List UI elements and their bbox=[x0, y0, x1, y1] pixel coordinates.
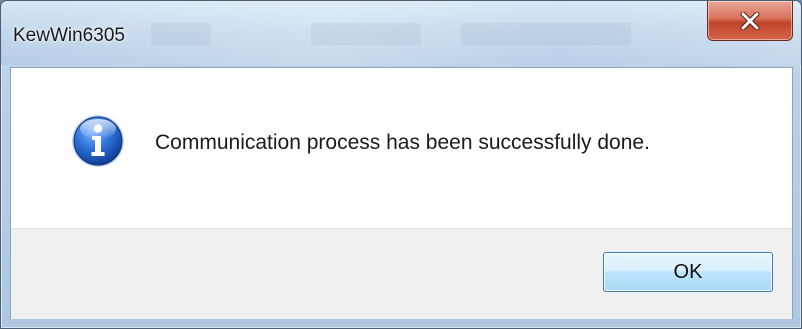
dialog-client-area: Communication process has been successfu… bbox=[10, 67, 793, 319]
message-area: Communication process has been successfu… bbox=[11, 68, 792, 228]
dialog-message: Communication process has been successfu… bbox=[155, 131, 650, 154]
background-ghost bbox=[151, 23, 211, 45]
background-ghost bbox=[461, 23, 631, 45]
button-bar: OK bbox=[11, 228, 792, 319]
information-icon bbox=[72, 115, 124, 167]
background-ghost bbox=[311, 23, 421, 45]
close-icon bbox=[740, 11, 760, 30]
title-bar[interactable]: KewWin6305 bbox=[1, 1, 801, 65]
message-dialog-window: KewWin6305 Communication process has bee… bbox=[0, 0, 802, 329]
ok-button[interactable]: OK bbox=[603, 252, 773, 292]
close-button[interactable] bbox=[707, 1, 793, 41]
window-title: KewWin6305 bbox=[13, 25, 125, 46]
